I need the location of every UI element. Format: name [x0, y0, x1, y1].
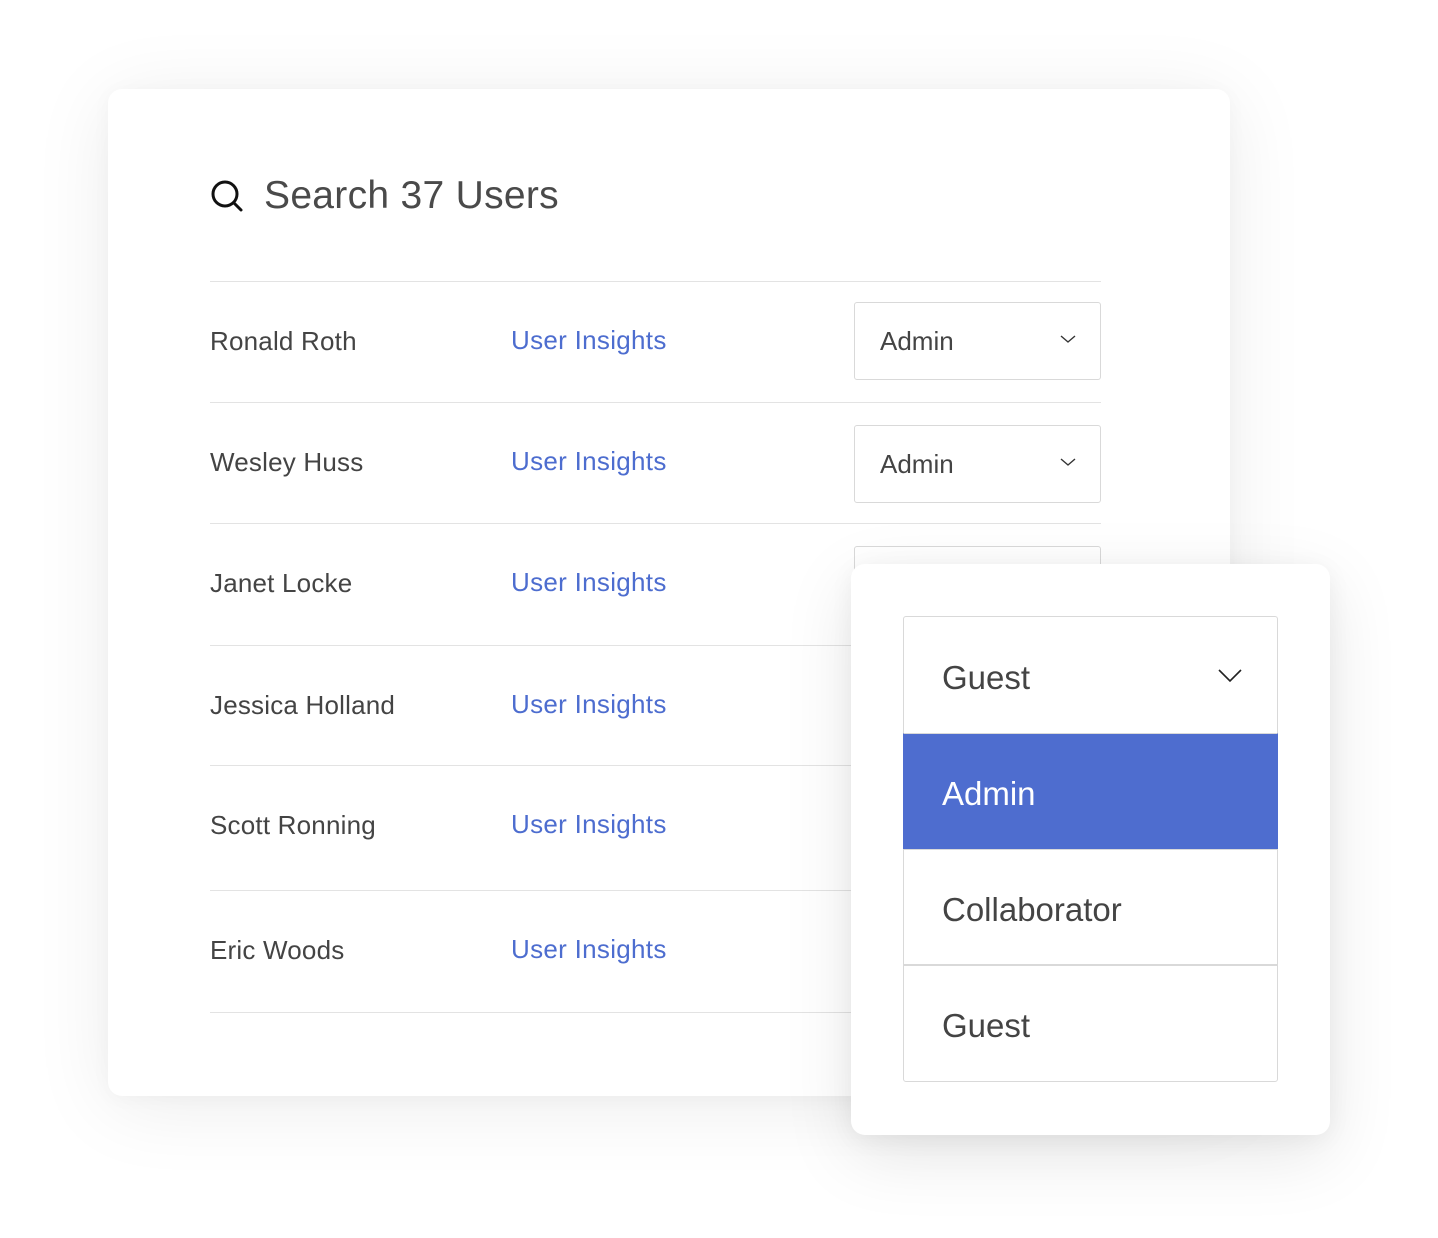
- role-option-label: Guest: [942, 1007, 1031, 1044]
- user-name: Ronald Roth: [210, 326, 357, 356]
- role-option-collaborator[interactable]: Collaborator: [903, 849, 1278, 965]
- search-icon[interactable]: [210, 179, 244, 213]
- user-name: Jessica Holland: [210, 690, 396, 720]
- role-dropdown-toggle[interactable]: Guest: [903, 616, 1278, 733]
- role-dropdown-value: Guest: [942, 659, 1031, 696]
- chevron-down-icon: [1218, 669, 1242, 683]
- user-insights-link[interactable]: User Insights: [511, 567, 667, 598]
- role-select[interactable]: Admin: [854, 302, 1101, 380]
- stage: Search 37 Users Ronald Roth User Insight…: [0, 0, 1438, 1238]
- role-select[interactable]: Admin: [854, 425, 1101, 503]
- role-option-admin[interactable]: Admin: [903, 733, 1278, 849]
- role-option-label: Admin: [942, 775, 1036, 812]
- user-name: Wesley Huss: [210, 447, 364, 477]
- role-select-value: Admin: [880, 326, 954, 356]
- chevron-down-icon: [1060, 458, 1076, 466]
- role-option-guest[interactable]: Guest: [903, 965, 1278, 1082]
- user-insights-link[interactable]: User Insights: [511, 325, 667, 356]
- chevron-down-icon: [1060, 335, 1076, 343]
- search-label[interactable]: Search 37 Users: [264, 174, 559, 218]
- user-row: Wesley Huss User Insights Admin: [210, 402, 1101, 523]
- search-bar[interactable]: Search 37 Users: [210, 171, 559, 221]
- user-name: Scott Ronning: [210, 810, 376, 840]
- role-select-value: Admin: [880, 449, 954, 479]
- user-insights-link[interactable]: User Insights: [511, 934, 667, 965]
- user-insights-link[interactable]: User Insights: [511, 809, 667, 840]
- role-dropdown-popup: Guest Admin Collaborator Guest: [851, 564, 1330, 1135]
- role-option-label: Collaborator: [942, 891, 1122, 928]
- role-dropdown: Guest Admin Collaborator Guest: [903, 616, 1278, 1082]
- user-insights-link[interactable]: User Insights: [511, 446, 667, 477]
- user-row: Ronald Roth User Insights Admin: [210, 281, 1101, 402]
- user-insights-link[interactable]: User Insights: [511, 689, 667, 720]
- user-name: Janet Locke: [210, 568, 353, 598]
- user-name: Eric Woods: [210, 935, 345, 965]
